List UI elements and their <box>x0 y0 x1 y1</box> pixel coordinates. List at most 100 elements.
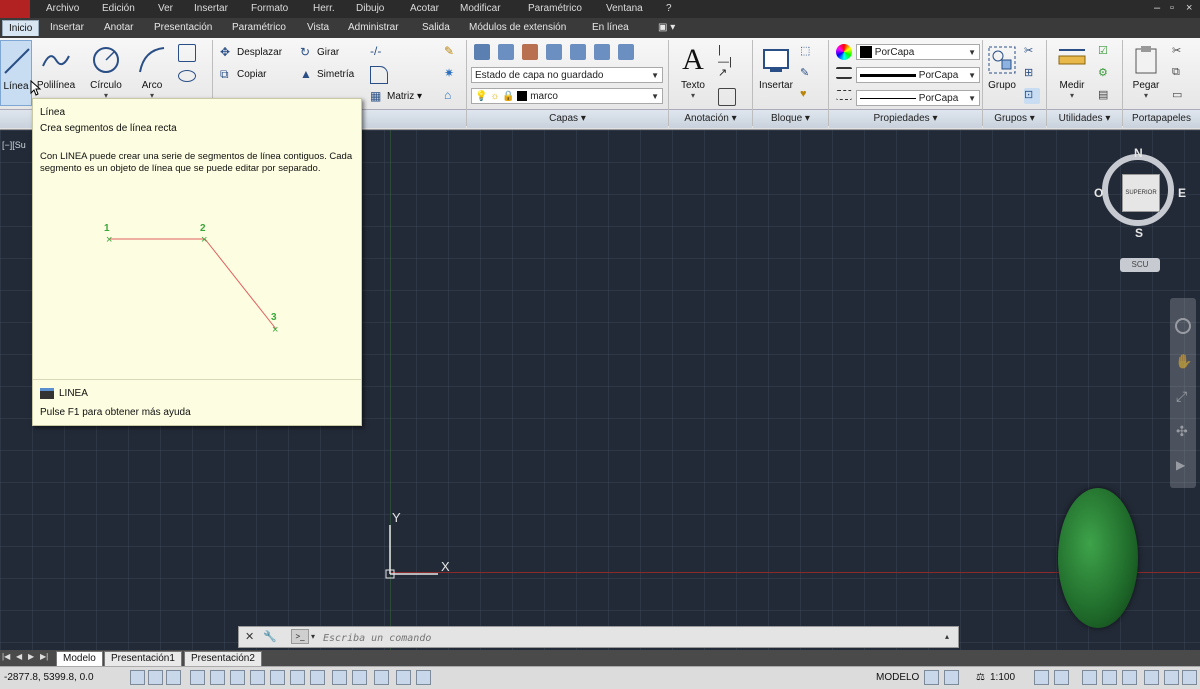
menu-dibujo[interactable]: Dibujo <box>356 3 384 14</box>
tab-inicio[interactable]: Inicio <box>2 20 40 36</box>
selection-cycling-icon[interactable] <box>396 670 411 685</box>
leader-icon[interactable]: ↗ <box>718 66 734 82</box>
circle-button[interactable]: Círculo ▾ <box>86 40 126 106</box>
fillet-icon[interactable] <box>370 66 388 84</box>
tab-anotar[interactable]: Anotar <box>104 22 133 33</box>
group-button[interactable]: Grupo <box>984 40 1020 106</box>
dimension-icon[interactable]: |—| <box>718 44 734 68</box>
tab-vista[interactable]: Vista <box>307 22 329 33</box>
tab-presentacion2[interactable]: Presentación2 <box>184 651 262 667</box>
customize-wrench-icon[interactable]: 🔧 <box>263 630 277 643</box>
lineweight-combo[interactable]: PorCapa ▼ <box>856 67 980 83</box>
table-icon[interactable] <box>718 88 736 106</box>
close-icon[interactable]: × <box>1186 2 1192 14</box>
layer-isolate-icon[interactable] <box>570 44 586 60</box>
snap-icon[interactable] <box>148 670 163 685</box>
isolate-objects-icon[interactable] <box>1144 670 1159 685</box>
group-select-icon[interactable]: ⊡ <box>1024 88 1040 104</box>
linetype-combo[interactable]: PorCapa ▼ <box>856 90 980 106</box>
rotate-button[interactable]: ↻ Girar <box>300 44 339 62</box>
polyline-button[interactable]: Polilínea <box>36 40 76 106</box>
command-input[interactable] <box>321 629 945 647</box>
tab-en-linea[interactable]: En línea <box>592 22 629 33</box>
create-block-icon[interactable]: ⬚ <box>800 44 816 60</box>
block-panel-bar[interactable]: Bloque ▾ <box>753 109 828 128</box>
otrack-icon[interactable] <box>270 670 285 685</box>
workspace-gear-icon[interactable] <box>1082 670 1097 685</box>
menu-parametrico[interactable]: Paramétrico <box>528 3 582 14</box>
quick-select-icon[interactable]: ☑ <box>1098 44 1114 60</box>
viewport-controls-label[interactable]: [−][Su <box>2 140 26 150</box>
last-tab-icon[interactable]: ▶| <box>40 652 48 661</box>
paste-button[interactable]: Pegar ▾ <box>1126 40 1166 106</box>
viewcube[interactable]: SUPERIOR N S E O <box>1094 146 1188 240</box>
transparency-icon[interactable] <box>352 670 367 685</box>
infer-constraints-icon[interactable] <box>130 670 145 685</box>
zoom-icon[interactable]: ⤢ <box>1176 388 1187 405</box>
model-space-label[interactable]: MODELO <box>876 672 919 683</box>
compass-east[interactable]: E <box>1178 186 1186 200</box>
restore-icon[interactable]: ▫ <box>1170 2 1174 14</box>
menu-insertar[interactable]: Insertar <box>194 3 228 14</box>
cut-icon[interactable]: ✂ <box>1172 44 1188 60</box>
command-history-icon[interactable]: ▴ <box>945 632 949 641</box>
lineweight-toggle-icon[interactable] <box>332 670 347 685</box>
tab-presentacion1[interactable]: Presentación1 <box>104 651 182 667</box>
trim-icon[interactable]: -/- <box>370 44 386 60</box>
ellipse-icon[interactable] <box>178 70 196 82</box>
tab-presentacion[interactable]: Presentación <box>154 22 212 33</box>
tab-modulos[interactable]: Módulos de extensión <box>469 22 566 33</box>
array-button[interactable]: ▦ Matriz ▾ <box>370 88 422 106</box>
layer-state-combo[interactable]: Estado de capa no guardado ▼ <box>471 67 663 83</box>
explode-icon[interactable]: ✷ <box>444 66 460 82</box>
osnap-icon[interactable] <box>230 670 245 685</box>
utilities-panel-bar[interactable]: Utilidades ▾ <box>1047 109 1122 128</box>
select-all-icon[interactable]: ⚙ <box>1098 66 1114 82</box>
line-button[interactable]: Línea <box>0 40 32 106</box>
rectangle-icon[interactable] <box>178 44 196 62</box>
polar-icon[interactable] <box>210 670 225 685</box>
paste-dropdown-icon[interactable]: ▾ <box>1126 91 1166 100</box>
dyn-icon[interactable] <box>310 670 325 685</box>
layer-lock-icon[interactable] <box>546 44 562 60</box>
showmotion-icon[interactable]: ▶ <box>1176 458 1185 472</box>
tab-insertar[interactable]: Insertar <box>50 22 84 33</box>
ortho-icon[interactable] <box>190 670 205 685</box>
menu-herr[interactable]: Herr. <box>313 3 335 14</box>
color-combo[interactable]: PorCapa ▼ <box>856 44 980 60</box>
menu-ventana[interactable]: Ventana <box>606 3 643 14</box>
lock-ui-icon[interactable] <box>1102 670 1117 685</box>
minimize-icon[interactable]: – <box>1154 2 1160 14</box>
camera-icon[interactable]: ▣ ▾ <box>658 22 675 33</box>
group-edit-icon[interactable]: ⊞ <box>1024 66 1040 82</box>
clipboard-panel-bar[interactable]: Portapapeles <box>1123 109 1200 128</box>
menu-ver[interactable]: Ver <box>158 3 173 14</box>
ucs-menu-button[interactable]: SCU <box>1120 258 1160 272</box>
calculator-icon[interactable]: ▤ <box>1098 88 1114 104</box>
annotation-monitor-icon[interactable] <box>416 670 431 685</box>
quick-properties-icon[interactable] <box>374 670 389 685</box>
erase-icon[interactable]: ✎ <box>444 44 460 60</box>
layer-properties-icon[interactable] <box>474 44 490 60</box>
offset-icon[interactable]: ⌂ <box>444 88 460 104</box>
ducs-icon[interactable] <box>290 670 305 685</box>
layer-freeze-icon[interactable] <box>522 44 538 60</box>
viewcube-face[interactable]: SUPERIOR <box>1122 174 1160 212</box>
prev-tab-icon[interactable]: ◀ <box>16 652 22 661</box>
text-dropdown-icon[interactable]: ▾ <box>674 91 712 100</box>
auto-scale-icon[interactable] <box>1054 670 1069 685</box>
pan-icon[interactable]: ✋ <box>1175 353 1192 370</box>
color-wheel-icon[interactable] <box>836 44 852 60</box>
steering-wheel-icon[interactable] <box>1175 318 1191 334</box>
measure-button[interactable]: Medir ▾ <box>1050 40 1094 106</box>
menu-help[interactable]: ? <box>666 3 672 14</box>
first-tab-icon[interactable]: |◀ <box>2 652 10 661</box>
tab-salida[interactable]: Salida <box>422 22 450 33</box>
layer-previous-icon[interactable] <box>618 44 634 60</box>
compass-north[interactable]: N <box>1134 146 1143 160</box>
3dosnap-icon[interactable] <box>250 670 265 685</box>
menu-edicion[interactable]: Edición <box>102 3 135 14</box>
annotation-scale-icon[interactable]: ⚖ <box>976 672 985 683</box>
tab-administrar[interactable]: Administrar <box>348 22 399 33</box>
mirror-button[interactable]: ▲ Simetría <box>300 66 354 84</box>
